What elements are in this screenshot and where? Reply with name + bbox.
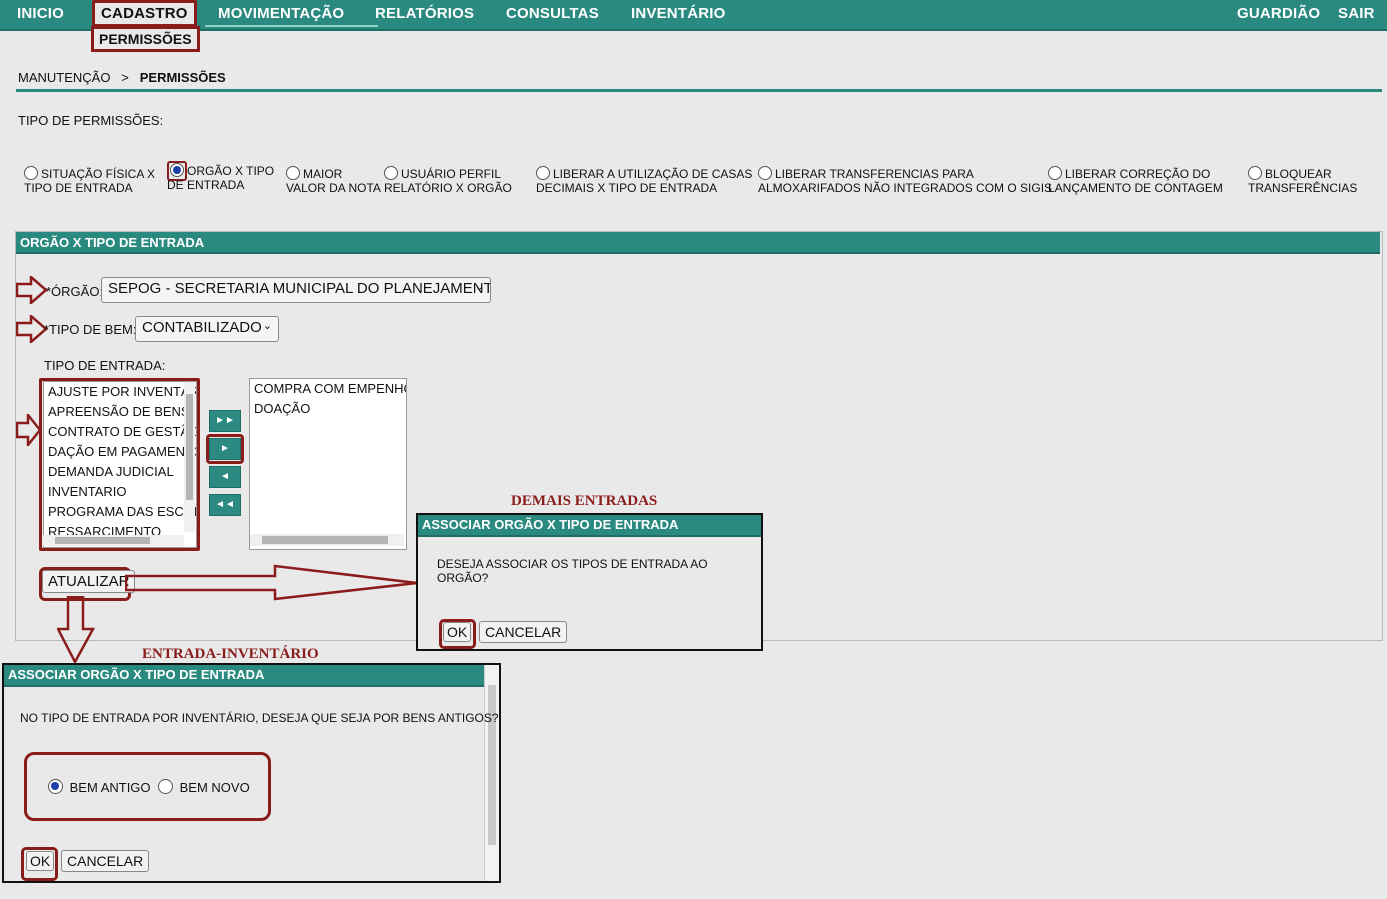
- breadcrumb-separator: >: [121, 70, 129, 85]
- dialog-cancel-button[interactable]: CANCELAR: [479, 621, 568, 643]
- radio-circle[interactable]: [158, 779, 173, 794]
- permission-type-title: TIPO DE PERMISSÕES:: [18, 113, 164, 128]
- radio-circle[interactable]: [536, 166, 550, 180]
- radio-liberar-correcao[interactable]: LIBERAR CORREÇÃO DO LANÇAMENTO DE CONTAG…: [1048, 166, 1223, 195]
- radio-liberar-transferencias[interactable]: LIBERAR TRANSFERENCIAS PARA ALMOXARIFADO…: [758, 166, 1052, 195]
- radio-circle[interactable]: [1248, 166, 1262, 180]
- list-item[interactable]: INVENTARIO: [44, 482, 196, 502]
- list-item[interactable]: PROGRAMA DAS ESCOI: [44, 502, 196, 522]
- radio-bloquear-transferencias[interactable]: BLOQUEAR TRANSFERÊNCIAS: [1248, 166, 1357, 195]
- move-all-left-button[interactable]: ◄◄: [209, 494, 241, 516]
- list-item[interactable]: DAÇÃO EM PAGAMENTO: [44, 442, 196, 462]
- panel-title: ORGÃO X TIPO DE ENTRADA: [16, 232, 1380, 254]
- submenu-item-permissoes[interactable]: PERMISSÕES: [91, 26, 200, 52]
- top-navigation-bar: INICIO CADASTRO MOVIMENTAÇÃO RELATÓRIOS …: [0, 0, 1387, 31]
- confirm-dialog-demais-entradas: ASSOCIAR ORGÃO X TIPO DE ENTRADA DESEJA …: [416, 513, 763, 651]
- radio-circle-selected[interactable]: [170, 163, 184, 177]
- scroll-thumb[interactable]: [488, 685, 496, 845]
- list-item[interactable]: DOAÇÃO: [250, 399, 406, 419]
- annotation-arrow-orgao: [16, 276, 48, 304]
- selected-entry-types-list[interactable]: COMPRA COM EMPENHO DOAÇÃO: [249, 378, 407, 550]
- dialog-vertical-scrollbar[interactable]: [484, 665, 499, 881]
- list-item[interactable]: AJUSTE POR INVENTÁR: [44, 382, 196, 402]
- available-list-horizontal-scrollbar[interactable]: [43, 535, 184, 546]
- caption-demais-entradas: DEMAIS ENTRADAS: [511, 493, 658, 509]
- radio-circle[interactable]: [286, 166, 300, 180]
- radio-circle[interactable]: [384, 166, 398, 180]
- nav-inventario[interactable]: INVENTÁRIO: [631, 5, 726, 22]
- radio-circle[interactable]: [24, 166, 38, 180]
- available-list-vertical-scrollbar[interactable]: [184, 382, 195, 532]
- radio-bem-novo[interactable]: BEM NOVO: [158, 779, 250, 795]
- list-item[interactable]: CONTRATO DE GESTÃO: [44, 422, 196, 442]
- scroll-thumb[interactable]: [55, 537, 150, 544]
- update-button[interactable]: ATUALIZAR: [42, 570, 136, 593]
- flow-arrow-to-dialog2: [57, 596, 96, 665]
- list-item[interactable]: COMPRA COM EMPENHO: [250, 379, 406, 399]
- radio-bem-antigo[interactable]: BEM ANTIGO: [48, 779, 151, 795]
- dialog-title: ASSOCIAR ORGÃO X TIPO DE ENTRADA: [418, 515, 761, 537]
- nav-inicio[interactable]: INICIO: [17, 5, 64, 22]
- header-divider: [16, 89, 1382, 92]
- caption-entrada-inventario: ENTRADA-INVENTÁRIO: [142, 646, 319, 662]
- selected-list-horizontal-scrollbar[interactable]: [250, 534, 404, 546]
- breadcrumb-parent[interactable]: MANUTENÇÃO: [18, 70, 110, 85]
- move-all-right-button[interactable]: ►►: [209, 410, 241, 432]
- list-item[interactable]: APREENSÃO DE BENS: [44, 402, 196, 422]
- dialog-ok-button[interactable]: OK: [26, 851, 55, 871]
- chevron-down-icon: ⌄: [262, 320, 272, 332]
- dialog-message: DESEJA ASSOCIAR OS TIPOS DE ENTRADA AO O…: [437, 557, 708, 585]
- nav-relatorios[interactable]: RELATÓRIOS: [375, 5, 474, 22]
- tipo-bem-select[interactable]: CONTABILIZADO ⌄: [135, 316, 279, 342]
- nav-consultas[interactable]: CONSULTAS: [506, 5, 599, 22]
- available-entry-types-list[interactable]: AJUSTE POR INVENTÁR APREENSÃO DE BENS CO…: [43, 381, 197, 548]
- radio-circle-selected[interactable]: [48, 779, 63, 794]
- nav-sair[interactable]: SAIR: [1338, 5, 1375, 22]
- radio-situacao-fisica[interactable]: SITUAÇÃO FÍSICA X TIPO DE ENTRADA: [24, 166, 155, 195]
- dialog-ok-button[interactable]: OK: [443, 622, 472, 642]
- chevron-down-icon: ⌄: [474, 281, 484, 293]
- scroll-thumb[interactable]: [186, 394, 193, 500]
- radio-maior-valor-nota[interactable]: MAIOR VALOR DA NOTA: [286, 166, 381, 195]
- nav-active-underline: [205, 25, 378, 27]
- flow-arrow-to-dialog1: [125, 564, 418, 601]
- radio-liberar-casas-decimais[interactable]: LIBERAR A UTILIZAÇÃO DE CASAS DECIMAIS X…: [536, 166, 752, 195]
- move-left-button[interactable]: ◄: [209, 466, 241, 488]
- move-right-button[interactable]: ►: [209, 438, 241, 460]
- dialog-message: NO TIPO DE ENTRADA POR INVENTÁRIO, DESEJ…: [20, 711, 499, 725]
- list-item[interactable]: DEMANDA JUDICIAL: [44, 462, 196, 482]
- radio-orgao-tipo-entrada[interactable]: ORGÃO X TIPO DE ENTRADA: [167, 161, 274, 192]
- orgao-select[interactable]: SEPOG - SECRETARIA MUNICIPAL DO PLANEJAM…: [101, 277, 491, 303]
- nav-movimentacao[interactable]: MOVIMENTAÇÃO: [218, 5, 344, 22]
- radio-circle[interactable]: [1048, 166, 1062, 180]
- scroll-thumb[interactable]: [262, 536, 388, 544]
- breadcrumb: MANUTENÇÃO > PERMISSÕES: [18, 70, 226, 85]
- breadcrumb-current: PERMISSÕES: [139, 70, 226, 85]
- tipo-entrada-label: TIPO DE ENTRADA:: [44, 358, 166, 373]
- confirm-dialog-inventario: ASSOCIAR ORGÃO X TIPO DE ENTRADA NO TIPO…: [2, 663, 501, 883]
- dialog-cancel-button[interactable]: CANCELAR: [61, 850, 150, 872]
- nav-guardiao[interactable]: GUARDIÃO: [1237, 5, 1320, 22]
- dialog-title: ASSOCIAR ORGÃO X TIPO DE ENTRADA: [4, 665, 485, 687]
- orgao-label: *ÓRGÃO:: [46, 284, 104, 299]
- nav-cadastro[interactable]: CADASTRO: [92, 0, 197, 27]
- tipo-bem-label: *TIPO DE BEM:: [44, 322, 137, 337]
- radio-circle[interactable]: [758, 166, 772, 180]
- radio-usuario-perfil[interactable]: USUÁRIO PERFIL RELATÓRIO X ORGÃO: [384, 166, 512, 195]
